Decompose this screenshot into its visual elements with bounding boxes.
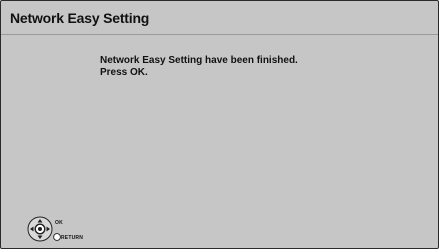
status-message: Network Easy Setting have been finished.…: [100, 55, 298, 79]
message-line-finished: Network Easy Setting have been finished.: [100, 55, 298, 66]
return-button-icon[interactable]: [53, 233, 61, 241]
ok-label: OK: [55, 220, 63, 226]
remote-control-guide: OK RETURN: [27, 216, 97, 246]
dpad-ok-icon[interactable]: [27, 216, 53, 242]
return-label: RETURN: [61, 235, 84, 241]
setup-screen: Network Easy Setting Network Easy Settin…: [0, 0, 439, 249]
page-title: Network Easy Setting: [10, 10, 150, 26]
message-line-press-ok: Press OK.: [100, 67, 148, 78]
title-bar: Network Easy Setting: [1, 1, 438, 35]
